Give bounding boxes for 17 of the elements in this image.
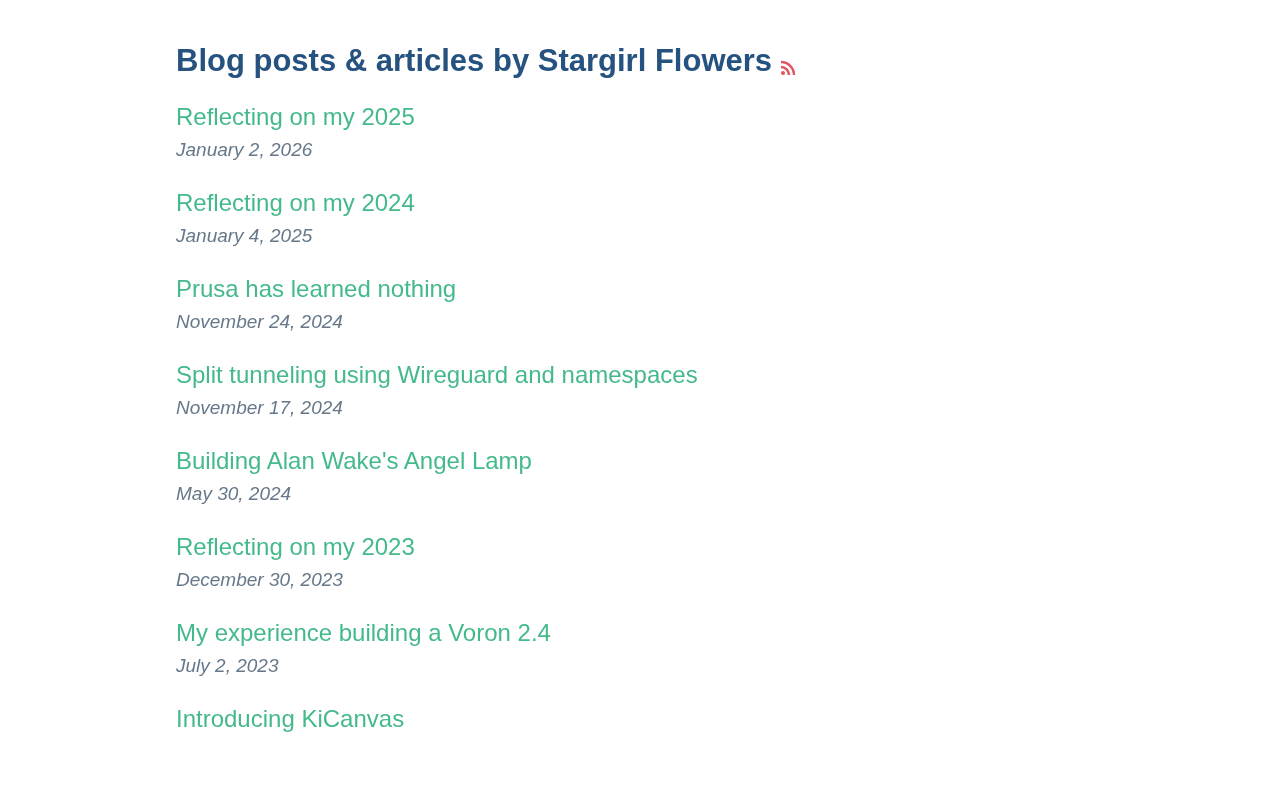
post-date: November 24, 2024	[176, 310, 343, 334]
post-date: May 30, 2024	[176, 482, 292, 506]
post-title-link[interactable]: Reflecting on my 2024	[176, 188, 415, 218]
post-title-link[interactable]: My experience building a Voron 2.4	[176, 618, 551, 648]
post-date: July 2, 2023	[176, 654, 279, 678]
post-title-link[interactable]: Split tunneling using Wireguard and namespaces	[176, 360, 698, 390]
post-date: December 30, 2023	[176, 568, 343, 592]
post-title-link[interactable]: Introducing KiCanvas	[176, 704, 405, 734]
rss-feed-icon[interactable]	[780, 60, 797, 76]
post-title-link[interactable]: Prusa has learned nothing	[176, 274, 457, 304]
post-title-link[interactable]: Reflecting on my 2025	[176, 102, 415, 132]
post-title-link[interactable]: Building Alan Wake's Angel Lamp	[176, 446, 532, 476]
post-date: January 2, 2026	[176, 138, 313, 162]
post-title-link[interactable]: Reflecting on my 2023	[176, 532, 415, 562]
post-date: November 17, 2024	[176, 396, 343, 420]
page-title: Blog posts & articles by Stargirl Flowers	[176, 42, 773, 80]
post-date: January 4, 2025	[176, 224, 313, 248]
